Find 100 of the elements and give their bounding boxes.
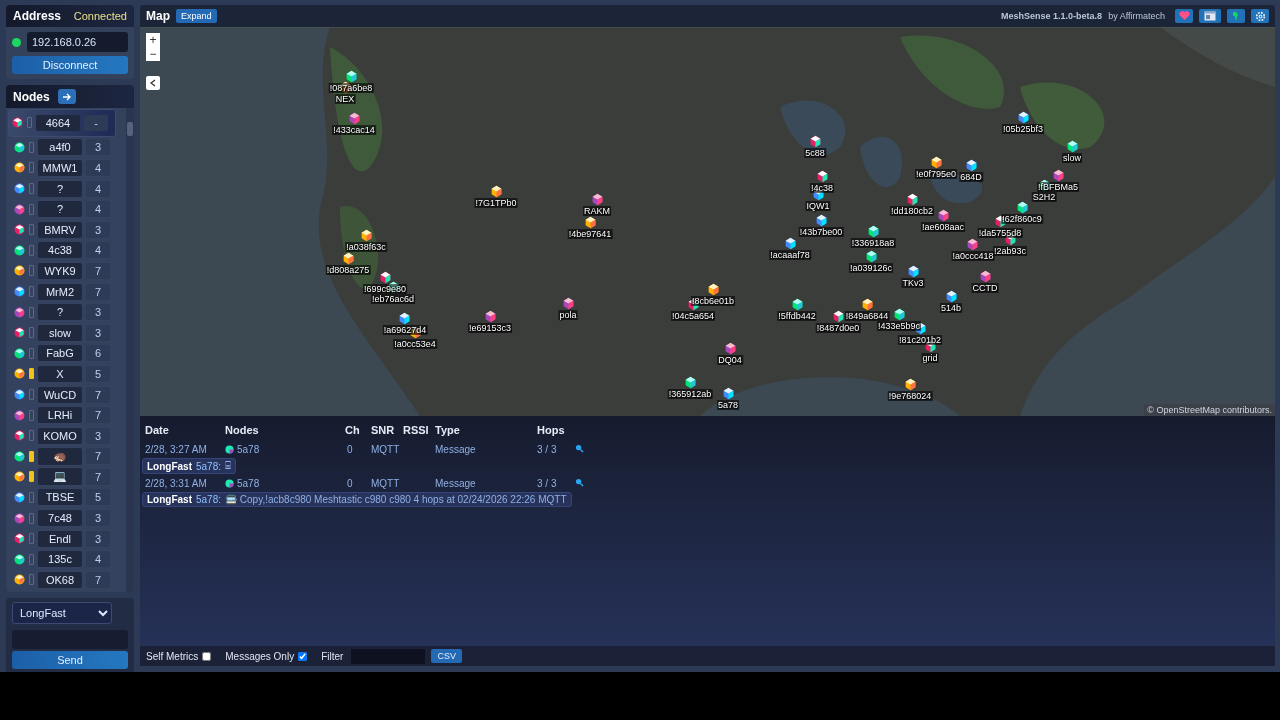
node-row[interactable]: MMW1 4 xyxy=(8,158,126,178)
hop-count: 5 xyxy=(86,489,110,506)
node-row[interactable]: 4664 - xyxy=(8,109,116,137)
node-name: 4664 xyxy=(36,114,80,131)
node-row[interactable]: 4c38 4 xyxy=(8,240,126,261)
cube-icon[interactable] xyxy=(864,250,878,263)
node-row[interactable]: OK68 7 xyxy=(8,570,126,590)
cube-icon[interactable] xyxy=(866,225,880,238)
cube-icon[interactable] xyxy=(723,342,737,355)
search-icon[interactable] xyxy=(575,478,584,487)
cube-icon xyxy=(14,265,25,277)
node-cell[interactable]: 5a78 xyxy=(237,444,260,455)
connection-status: Connected xyxy=(73,10,127,22)
map-pin-button[interactable] xyxy=(1227,9,1245,23)
cube-icon[interactable] xyxy=(683,376,697,389)
hop-count: - xyxy=(84,114,108,131)
csv-button[interactable]: CSV xyxy=(431,649,462,663)
expand-button[interactable]: Expand xyxy=(176,9,217,23)
scrollbar[interactable] xyxy=(126,108,134,592)
node-row[interactable]: WuCD 7 xyxy=(8,384,126,405)
self-metrics-checkbox[interactable] xyxy=(202,651,212,661)
cube-icon[interactable] xyxy=(814,214,828,227)
cube-icon xyxy=(14,306,25,318)
cube-icon xyxy=(14,203,25,215)
node-name: Endl xyxy=(38,530,82,547)
node-row[interactable]: KOMO 3 xyxy=(8,425,126,446)
cube-icon[interactable] xyxy=(1065,140,1079,153)
filter-field[interactable] xyxy=(351,648,426,664)
cube-icon[interactable] xyxy=(783,237,797,250)
messages-only-checkbox[interactable] xyxy=(298,651,308,661)
message-sender[interactable]: 5a78: xyxy=(196,494,222,505)
message-sender[interactable]: 5a78: xyxy=(196,460,222,472)
back-button[interactable] xyxy=(146,76,160,90)
cube-icon[interactable] xyxy=(964,159,978,172)
node-row[interactable]: ? 4 xyxy=(8,178,126,199)
message-channel: LongFast xyxy=(147,494,192,505)
node-row[interactable]: 💻 7 xyxy=(8,467,126,487)
cube-icon[interactable] xyxy=(1016,111,1030,124)
node-row[interactable]: FabG 6 xyxy=(8,343,126,364)
cube-icon[interactable] xyxy=(929,156,943,169)
cube-icon[interactable] xyxy=(860,298,874,311)
cube-icon[interactable] xyxy=(903,378,917,391)
cube-icon[interactable] xyxy=(831,310,845,323)
node-row[interactable]: a4f0 3 xyxy=(8,137,126,158)
cube-icon[interactable] xyxy=(706,283,720,296)
disconnect-button[interactable]: Disconnect xyxy=(12,56,128,74)
cube-icon[interactable] xyxy=(905,193,919,206)
node-row[interactable]: ? 3 xyxy=(8,302,126,322)
cube-icon[interactable] xyxy=(359,229,373,242)
hop-count: 3 xyxy=(86,510,110,527)
cube-icon[interactable] xyxy=(561,297,575,310)
node-name: 4c38 xyxy=(38,242,82,259)
cube-icon[interactable] xyxy=(978,270,992,283)
node-cell[interactable]: 5a78 xyxy=(237,478,260,489)
cube-icon[interactable] xyxy=(936,209,950,222)
date-cell: 2/28, 3:27 AM xyxy=(145,444,207,455)
search-icon[interactable] xyxy=(575,444,584,453)
node-row[interactable]: BMRV 3 xyxy=(8,219,126,240)
cube-icon[interactable] xyxy=(1051,169,1065,182)
cube-icon xyxy=(14,553,25,565)
cube-icon[interactable] xyxy=(966,238,980,251)
node-row[interactable]: WYK9 7 xyxy=(8,261,126,281)
cube-icon[interactable] xyxy=(808,135,822,148)
node-row[interactable]: slow 3 xyxy=(8,322,126,343)
node-row[interactable]: X 5 xyxy=(8,364,126,384)
cube-icon[interactable] xyxy=(590,193,604,206)
address-field[interactable]: 192.168.0.26 xyxy=(27,32,128,52)
node-row[interactable]: TBSE 5 xyxy=(8,487,126,508)
cube-icon[interactable] xyxy=(344,70,358,83)
window-button[interactable] xyxy=(1199,9,1221,23)
cube-icon[interactable] xyxy=(1015,201,1029,214)
cube-icon[interactable] xyxy=(944,290,958,303)
node-row[interactable]: ? 4 xyxy=(8,199,126,219)
node-name: BMRV xyxy=(38,221,82,238)
gear-icon xyxy=(1254,10,1266,22)
cube-icon[interactable] xyxy=(892,308,906,321)
cube-icon[interactable] xyxy=(906,265,920,278)
cube-icon xyxy=(225,445,234,454)
cube-icon[interactable] xyxy=(815,170,829,183)
cube-icon xyxy=(14,183,25,195)
cube-icon[interactable] xyxy=(721,387,735,400)
send-button[interactable]: Send xyxy=(12,651,128,669)
cube-icon[interactable] xyxy=(483,310,497,323)
cube-icon[interactable] xyxy=(583,216,597,229)
cube-icon[interactable] xyxy=(341,252,355,265)
node-row[interactable]: 135c 4 xyxy=(8,549,126,570)
arrow-button[interactable] xyxy=(57,89,76,104)
node-row[interactable]: LRHi 7 xyxy=(8,405,126,425)
cube-icon[interactable] xyxy=(790,298,804,311)
channel-select[interactable]: LongFast xyxy=(12,602,112,624)
cube-icon[interactable] xyxy=(489,185,503,198)
hop-count: 7 xyxy=(86,448,110,465)
settings-button[interactable] xyxy=(1251,9,1269,23)
node-row[interactable]: 🦔 7 xyxy=(8,446,126,467)
cube-icon[interactable] xyxy=(398,312,412,325)
node-name: LRHi xyxy=(38,407,82,424)
node-row[interactable]: MrM2 7 xyxy=(8,281,126,302)
node-row[interactable]: Endl 3 xyxy=(8,528,126,549)
node-row[interactable]: 7c48 3 xyxy=(8,508,126,528)
cube-icon[interactable] xyxy=(378,271,392,284)
